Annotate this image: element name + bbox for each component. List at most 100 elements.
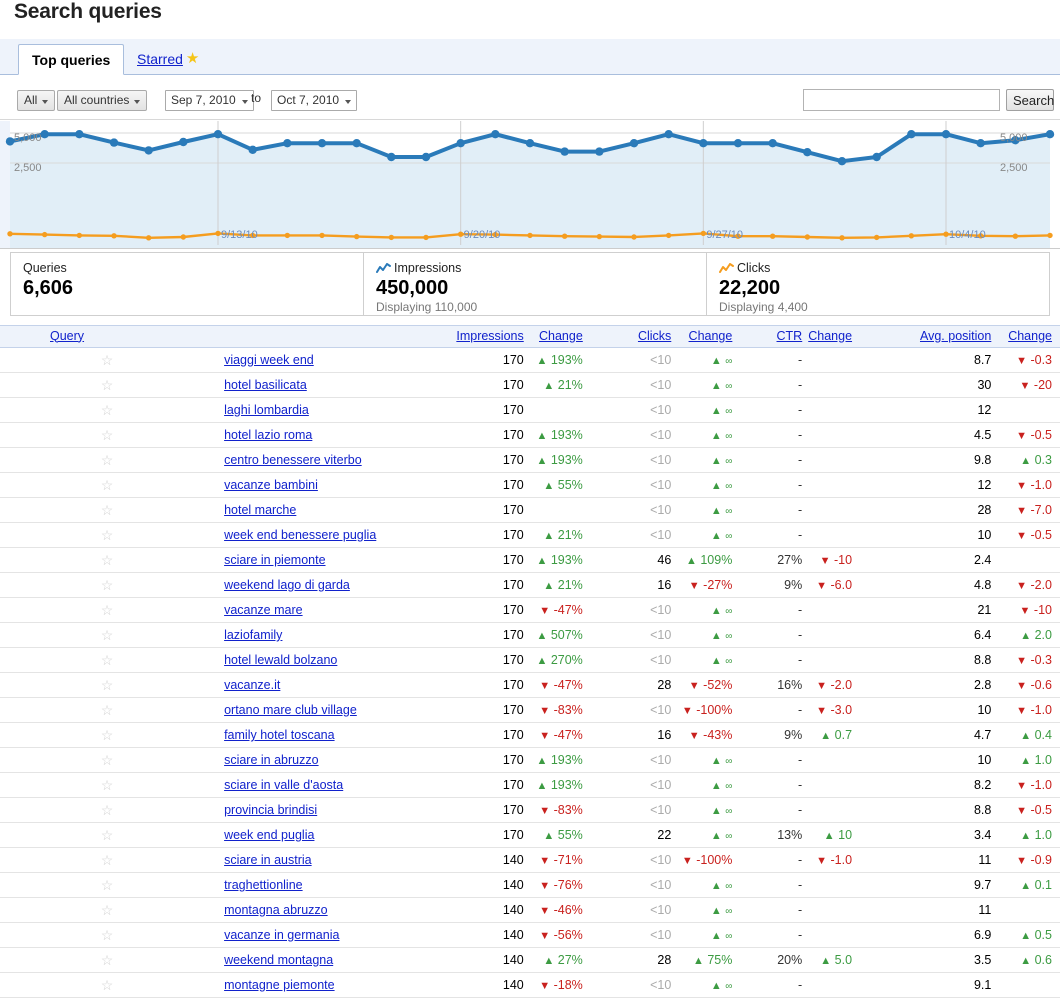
star-cell[interactable]: ☆ (0, 348, 214, 373)
star-outline-icon[interactable]: ☆ (101, 903, 114, 917)
star-outline-icon[interactable]: ☆ (101, 503, 114, 517)
table-row[interactable]: ☆ traghettionline 140 ▼ -76% <10 ▲ ∞ - 9.7 ▲ 0.1 (0, 873, 1060, 898)
query-link[interactable]: sciare in valle d'aosta (224, 778, 343, 792)
star-outline-icon[interactable]: ☆ (101, 728, 114, 742)
table-row[interactable]: ☆ sciare in piemonte 170 ▲ 193% 46 ▲ 109% 27% ▼… (0, 548, 1060, 573)
col-ctr[interactable]: CTR (752, 325, 803, 348)
star-cell[interactable]: ☆ (0, 823, 214, 848)
query-link[interactable]: weekend montagna (224, 953, 333, 967)
query-link[interactable]: provincia brindisi (224, 803, 317, 817)
table-row[interactable]: ☆ ortano mare club village 170 ▼ -83% <10 ▼ -… (0, 698, 1060, 723)
search-input[interactable] (803, 89, 1000, 111)
table-row[interactable]: ☆ hotel lazio roma 170 ▲ 193% <10 ▲ ∞ - 4.5 ▼ -0… (0, 423, 1060, 448)
date-from-picker[interactable]: Sep 7, 2010 (165, 90, 254, 111)
star-outline-icon[interactable]: ☆ (101, 428, 114, 442)
star-outline-icon[interactable]: ☆ (101, 878, 114, 892)
star-outline-icon[interactable]: ☆ (101, 603, 114, 617)
table-row[interactable]: ☆ centro benessere viterbo 170 ▲ 193% <10 ▲ ∞… (0, 448, 1060, 473)
col-impressions-change[interactable]: Change (523, 325, 605, 348)
table-row[interactable]: ☆ sciare in valle d'aosta 170 ▲ 193% <10 ▲ ∞ -… (0, 773, 1060, 798)
star-outline-icon[interactable]: ☆ (101, 528, 114, 542)
search-button[interactable]: Search (1006, 89, 1054, 111)
query-link[interactable]: family hotel toscana (224, 728, 334, 742)
filter-countries-dropdown[interactable]: All countries (57, 90, 148, 111)
table-row[interactable]: ☆ week end benessere puglia 170 ▲ 21% <10 ▲ ∞… (0, 523, 1060, 548)
query-link[interactable]: vacanze bambini (224, 478, 318, 492)
star-outline-icon[interactable]: ☆ (101, 678, 114, 692)
star-outline-icon[interactable]: ☆ (101, 553, 114, 567)
table-row[interactable]: ☆ vacanze in germania 140 ▼ -56% <10 ▲ ∞ - 6.9 ▲… (0, 923, 1060, 948)
col-ctr-change[interactable]: Change (802, 325, 878, 348)
star-outline-icon[interactable]: ☆ (101, 928, 114, 942)
star-outline-icon[interactable]: ☆ (101, 753, 114, 767)
table-row[interactable]: ☆ montagna abruzzo 140 ▼ -46% <10 ▲ ∞ - 11 (0, 898, 1060, 923)
star-outline-icon[interactable]: ☆ (101, 478, 114, 492)
star-cell[interactable]: ☆ (0, 423, 214, 448)
star-cell[interactable]: ☆ (0, 598, 214, 623)
star-outline-icon[interactable]: ☆ (101, 653, 114, 667)
tab-starred[interactable]: Starred ★ (124, 44, 212, 75)
query-link[interactable]: laghi lombardia (224, 403, 309, 417)
star-cell[interactable]: ☆ (0, 373, 214, 398)
star-outline-icon[interactable]: ☆ (101, 828, 114, 842)
query-link[interactable]: vacanze in germania (224, 928, 339, 942)
col-position-change[interactable]: Change (991, 325, 1060, 348)
table-row[interactable]: ☆ weekend montagna 140 ▲ 27% 28 ▲ 75% 20% ▲ 5.0… (0, 948, 1060, 973)
table-row[interactable]: ☆ laghi lombardia 170 <10 ▲ ∞ - 12 (0, 398, 1060, 423)
table-row[interactable]: ☆ viaggi week end 170 ▲ 193% <10 ▲ ∞ - 8.7 ▼ -0.… (0, 348, 1060, 373)
star-cell[interactable]: ☆ (0, 623, 214, 648)
query-link[interactable]: weekend lago di garda (224, 578, 350, 592)
star-cell[interactable]: ☆ (0, 848, 214, 873)
table-row[interactable]: ☆ montagne piemonte 140 ▼ -18% <10 ▲ ∞ - 9.1 (0, 973, 1060, 998)
query-link[interactable]: hotel lazio roma (224, 428, 312, 442)
star-cell[interactable]: ☆ (0, 673, 214, 698)
query-link[interactable]: hotel marche (224, 503, 296, 517)
star-cell[interactable]: ☆ (0, 973, 214, 998)
star-cell[interactable]: ☆ (0, 748, 214, 773)
query-link[interactable]: vacanze.it (224, 678, 280, 692)
table-row[interactable]: ☆ family hotel toscana 170 ▼ -47% 16 ▼ -43% 9%… (0, 723, 1060, 748)
star-outline-icon[interactable]: ☆ (101, 703, 114, 717)
star-outline-icon[interactable]: ☆ (101, 353, 114, 367)
star-cell[interactable]: ☆ (0, 948, 214, 973)
star-outline-icon[interactable]: ☆ (101, 378, 114, 392)
table-row[interactable]: ☆ sciare in austria 140 ▼ -71% <10 ▼ -100% - ▼ … (0, 848, 1060, 873)
star-cell[interactable]: ☆ (0, 398, 214, 423)
query-link[interactable]: sciare in abruzzo (224, 753, 319, 767)
query-link[interactable]: week end puglia (224, 828, 314, 842)
table-row[interactable]: ☆ hotel marche 170 <10 ▲ ∞ - 28 ▼ -7.0 (0, 498, 1060, 523)
table-row[interactable]: ☆ sciare in abruzzo 170 ▲ 193% <10 ▲ ∞ - 10 ▲ 1.… (0, 748, 1060, 773)
star-outline-icon[interactable]: ☆ (101, 628, 114, 642)
table-row[interactable]: ☆ hotel lewald bolzano 170 ▲ 270% <10 ▲ ∞ - 8.8… (0, 648, 1060, 673)
star-cell[interactable]: ☆ (0, 498, 214, 523)
query-link[interactable]: laziofamily (224, 628, 282, 642)
query-link[interactable]: sciare in austria (224, 853, 312, 867)
star-cell[interactable]: ☆ (0, 448, 214, 473)
star-outline-icon[interactable]: ☆ (101, 403, 114, 417)
star-cell[interactable]: ☆ (0, 698, 214, 723)
query-link[interactable]: ortano mare club village (224, 703, 357, 717)
table-row[interactable]: ☆ vacanze.it 170 ▼ -47% 28 ▼ -52% 16% ▼ -2.0 2.8… (0, 673, 1060, 698)
query-link[interactable]: sciare in piemonte (224, 553, 325, 567)
star-outline-icon[interactable]: ☆ (101, 853, 114, 867)
col-clicks-change[interactable]: Change (671, 325, 753, 348)
tab-top-queries[interactable]: Top queries (18, 44, 125, 75)
table-row[interactable]: ☆ laziofamily 170 ▲ 507% <10 ▲ ∞ - 6.4 ▲ 2.0 (0, 623, 1060, 648)
table-row[interactable]: ☆ week end puglia 170 ▲ 55% 22 ▲ ∞ 13% ▲ 10 3.4 ▲… (0, 823, 1060, 848)
query-link[interactable]: week end benessere puglia (224, 528, 376, 542)
star-outline-icon[interactable]: ☆ (101, 453, 114, 467)
col-clicks[interactable]: Clicks (604, 325, 672, 348)
star-cell[interactable]: ☆ (0, 648, 214, 673)
star-cell[interactable]: ☆ (0, 898, 214, 923)
table-row[interactable]: ☆ vacanze bambini 170 ▲ 55% <10 ▲ ∞ - 12 ▼ -1.0 (0, 473, 1060, 498)
star-cell[interactable]: ☆ (0, 723, 214, 748)
star-cell[interactable]: ☆ (0, 573, 214, 598)
filter-all-dropdown[interactable]: All (17, 90, 56, 111)
star-cell[interactable]: ☆ (0, 873, 214, 898)
star-cell[interactable]: ☆ (0, 548, 214, 573)
star-cell[interactable]: ☆ (0, 523, 214, 548)
star-cell[interactable]: ☆ (0, 798, 214, 823)
query-link[interactable]: hotel basilicata (224, 378, 307, 392)
table-row[interactable]: ☆ weekend lago di garda 170 ▲ 21% 16 ▼ -27% 9%… (0, 573, 1060, 598)
star-outline-icon[interactable]: ☆ (101, 803, 114, 817)
